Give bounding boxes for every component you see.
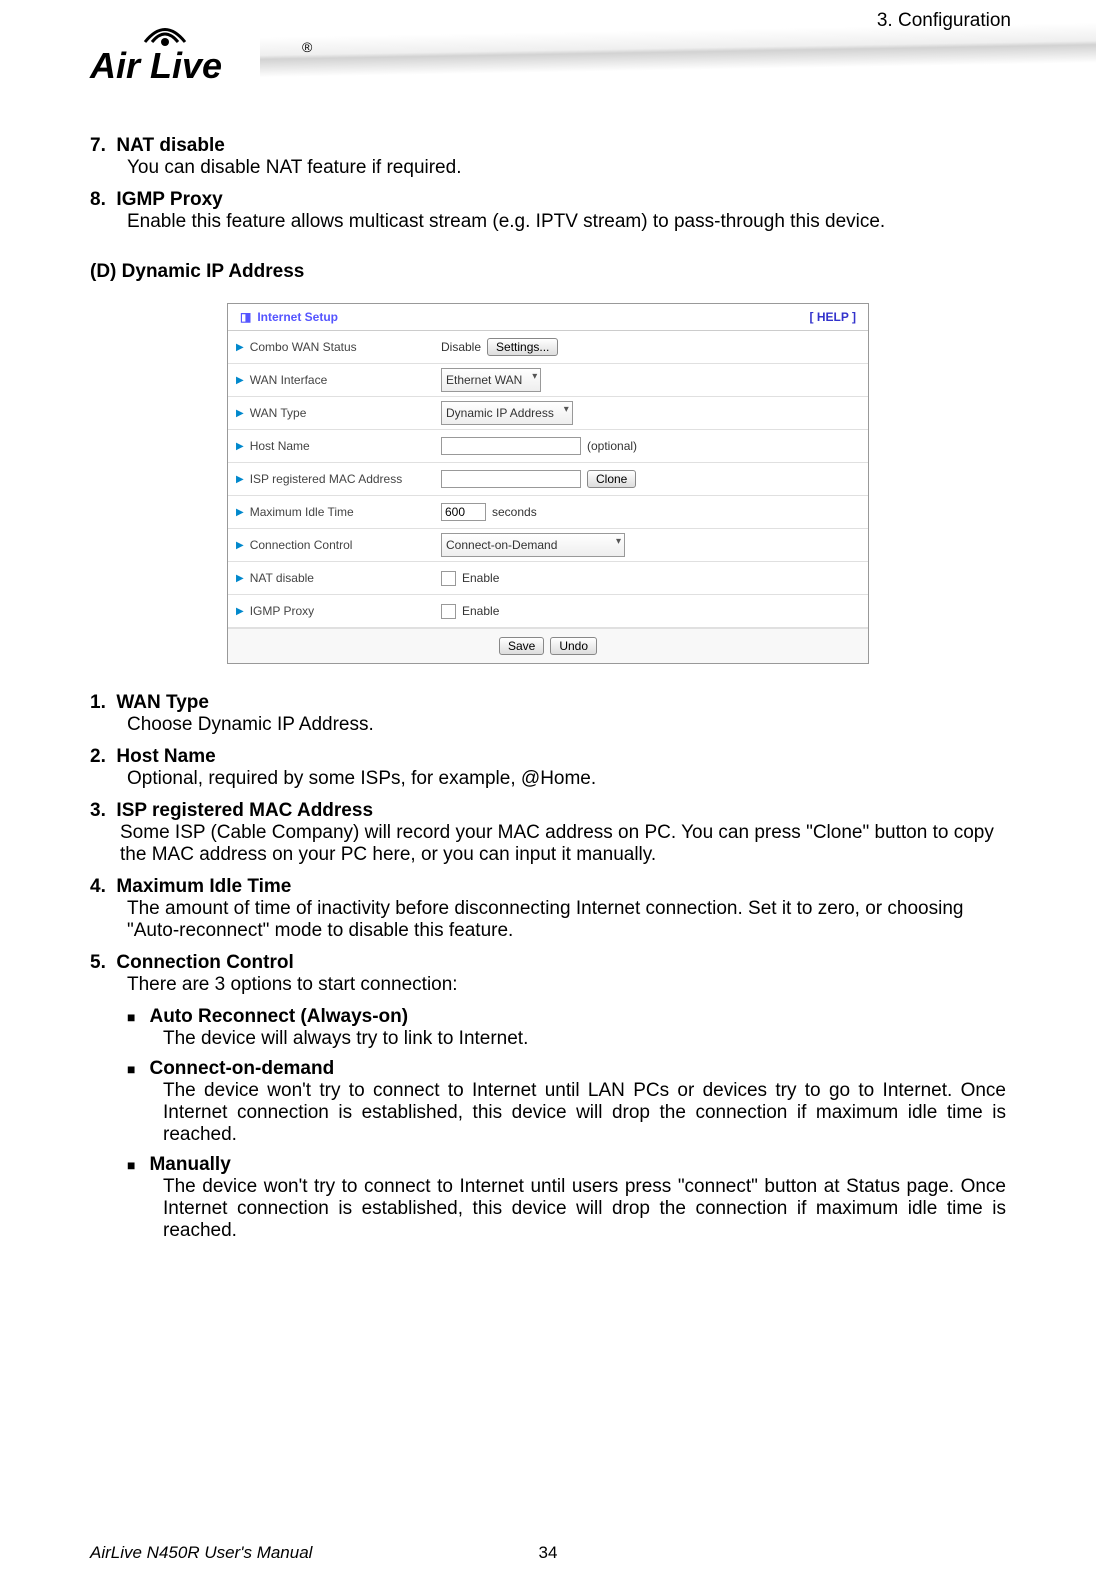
- brand-logo: Air Live ®: [90, 15, 320, 95]
- item-title-text: ISP registered MAC Address: [116, 800, 373, 821]
- item-4: 4. Maximum Idle Time The amount of time …: [90, 876, 1006, 942]
- sub-item-auto: ■ Auto Reconnect (Always-on) The device w…: [127, 1006, 1006, 1050]
- item-2: 2. Host Name Optional, required by some …: [90, 746, 1006, 790]
- item-title-text: Connection Control: [116, 952, 293, 973]
- combo-wan-status-text: Disable: [441, 340, 481, 354]
- sub-item-title: Manually: [149, 1154, 230, 1176]
- row-label: Host Name: [250, 439, 310, 453]
- sub-item-body: The device won't try to connect to Inter…: [163, 1080, 1006, 1146]
- chapter-label: 3. Configuration: [877, 10, 1011, 32]
- item-body: The amount of time of inactivity before …: [127, 898, 1006, 942]
- item-7: 7. NAT disable You can disable NAT featu…: [90, 135, 1006, 179]
- igmp-proxy-checkbox[interactable]: [441, 604, 456, 619]
- triangle-icon: ▶: [236, 342, 244, 353]
- item-number: 2.: [90, 746, 106, 767]
- triangle-icon: ▶: [236, 375, 244, 386]
- undo-button[interactable]: Undo: [550, 637, 597, 655]
- brand-text: Air Live: [90, 45, 222, 87]
- item-title-text: Host Name: [116, 746, 215, 767]
- item-1: 1. WAN Type Choose Dynamic IP Address.: [90, 692, 1006, 736]
- item-body: Some ISP (Cable Company) will record you…: [120, 822, 1006, 866]
- item-title-text: NAT disable: [116, 135, 224, 156]
- nat-disable-checkbox[interactable]: [441, 571, 456, 586]
- triangle-icon: ▶: [236, 573, 244, 584]
- item-8: 8. IGMP Proxy Enable this feature allows…: [90, 189, 1006, 233]
- wan-type-select[interactable]: Dynamic IP Address: [441, 401, 573, 425]
- triangle-icon: ▶: [236, 408, 244, 419]
- wan-interface-select[interactable]: Ethernet WAN: [441, 368, 541, 392]
- manual-title: AirLive N450R User's Manual: [90, 1543, 312, 1563]
- sub-item-manual: ■ Manually The device won't try to connec…: [127, 1154, 1006, 1242]
- item-title-text: Maximum Idle Time: [116, 876, 291, 897]
- sub-item-title: Connect-on-demand: [149, 1058, 334, 1080]
- enable-label: Enable: [462, 604, 499, 618]
- item-number: 3.: [90, 800, 106, 821]
- triangle-icon: ▶: [236, 441, 244, 452]
- row-label: Combo WAN Status: [250, 340, 357, 354]
- item-body: You can disable NAT feature if required.: [127, 157, 1006, 179]
- square-bullet-icon: ■: [127, 1157, 135, 1173]
- item-body: Choose Dynamic IP Address.: [127, 714, 1006, 736]
- isp-mac-input[interactable]: [441, 470, 581, 488]
- max-idle-input[interactable]: [441, 503, 486, 521]
- item-number: 4.: [90, 876, 106, 897]
- item-title-text: WAN Type: [116, 692, 209, 713]
- panel-icon: ◨: [240, 310, 251, 324]
- row-label: WAN Type: [250, 406, 307, 420]
- row-label: IGMP Proxy: [250, 604, 314, 618]
- registered-icon: ®: [302, 39, 312, 55]
- enable-label: Enable: [462, 571, 499, 585]
- optional-label: (optional): [587, 439, 637, 453]
- row-label: Maximum Idle Time: [250, 505, 354, 519]
- clone-button[interactable]: Clone: [587, 470, 636, 488]
- square-bullet-icon: ■: [127, 1009, 135, 1025]
- page-number: 34: [539, 1543, 558, 1563]
- row-label: ISP registered MAC Address: [250, 472, 403, 486]
- triangle-icon: ▶: [236, 606, 244, 617]
- item-title-text: IGMP Proxy: [116, 189, 222, 210]
- triangle-icon: ▶: [236, 540, 244, 551]
- internet-setup-panel: ◨ Internet Setup [ HELP ] ▶ Combo WAN Sta…: [227, 303, 869, 664]
- sub-item-demand: ■ Connect-on-demand The device won't try …: [127, 1058, 1006, 1146]
- page-footer: AirLive N450R User's Manual 34: [90, 1543, 1006, 1563]
- item-3: 3. ISP registered MAC Address Some ISP (…: [90, 800, 1006, 866]
- row-label: WAN Interface: [250, 373, 328, 387]
- host-name-input[interactable]: [441, 437, 581, 455]
- settings-button[interactable]: Settings...: [487, 338, 558, 356]
- item-number: 1.: [90, 692, 106, 713]
- section-d-title: (D) Dynamic IP Address: [90, 261, 1006, 283]
- connection-control-select[interactable]: Connect-on-Demand: [441, 533, 625, 557]
- row-label: NAT disable: [250, 571, 314, 585]
- sub-item-body: The device won't try to connect to Inter…: [163, 1176, 1006, 1242]
- item-5: 5. Connection Control There are 3 option…: [90, 952, 1006, 996]
- row-label: Connection Control: [250, 538, 353, 552]
- sub-item-body: The device will always try to link to In…: [163, 1028, 1006, 1050]
- item-number: 8.: [90, 189, 106, 210]
- help-link[interactable]: [ HELP ]: [810, 310, 856, 324]
- panel-title: Internet Setup: [257, 310, 338, 324]
- item-number: 5.: [90, 952, 106, 973]
- square-bullet-icon: ■: [127, 1061, 135, 1077]
- item-number: 7.: [90, 135, 106, 156]
- item-body: Optional, required by some ISPs, for exa…: [127, 768, 1006, 790]
- save-button[interactable]: Save: [499, 637, 544, 655]
- triangle-icon: ▶: [236, 474, 244, 485]
- triangle-icon: ▶: [236, 507, 244, 518]
- item-body: There are 3 options to start connection:: [127, 974, 1006, 996]
- sub-item-title: Auto Reconnect (Always-on): [149, 1006, 408, 1028]
- item-body: Enable this feature allows multicast str…: [127, 211, 1006, 233]
- seconds-label: seconds: [492, 505, 537, 519]
